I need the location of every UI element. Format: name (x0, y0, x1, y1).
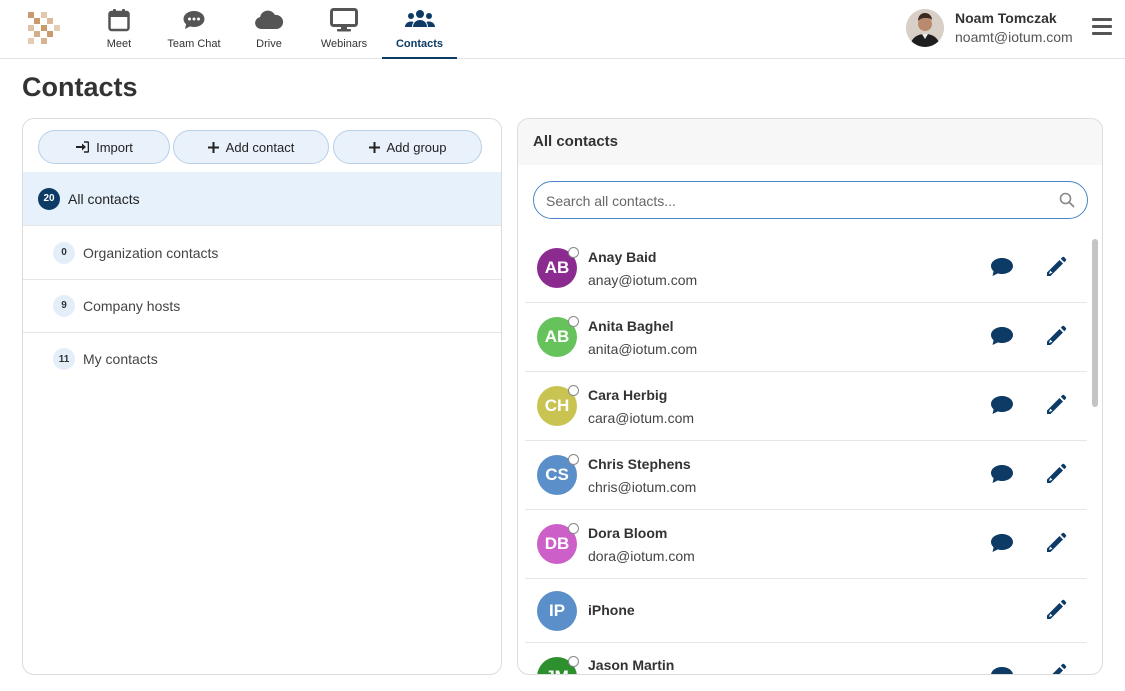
group-count-badge: 9 (53, 294, 75, 317)
panel-header: All contacts (518, 119, 1102, 165)
presence-indicator (568, 385, 579, 396)
contact-name: Dora Bloom (588, 525, 668, 541)
contact-name: Cara Herbig (588, 387, 668, 403)
group-organization-contacts[interactable]: 0 Organization contacts (23, 226, 501, 280)
app-logo[interactable] (28, 12, 60, 44)
nav-webinars[interactable]: Webinars (316, 0, 372, 59)
search-input[interactable] (546, 191, 1046, 211)
add-contact-button[interactable]: Add contact (173, 130, 329, 164)
import-button[interactable]: Import (38, 130, 170, 164)
nav-contacts[interactable]: Contacts (382, 0, 457, 59)
sign-in-icon (76, 141, 90, 153)
list-scrollbar[interactable] (1092, 239, 1098, 407)
contact-row[interactable]: CH Cara Herbig cara@iotum.com (525, 372, 1087, 441)
cloud-icon (254, 7, 284, 33)
group-count-badge: 0 (53, 241, 75, 264)
panel-title: All contacts (533, 133, 619, 150)
pencil-icon[interactable] (1045, 325, 1067, 347)
presence-indicator (568, 454, 579, 465)
contact-avatar: IP (537, 591, 577, 631)
contact-email: chris@iotum.com (588, 479, 697, 495)
top-navigation-bar: Meet Team Chat Drive Webinars Contacts N… (0, 0, 1125, 59)
chat-icon[interactable] (990, 463, 1014, 485)
group-label: All contacts (68, 190, 140, 207)
hamburger-menu-icon[interactable] (1092, 18, 1112, 36)
pencil-icon[interactable] (1045, 463, 1067, 485)
add-group-label: Add group (386, 139, 447, 155)
calendar-icon (108, 7, 130, 33)
chat-icon[interactable] (990, 665, 1014, 675)
nav-label: Meet (106, 38, 132, 50)
contacts-list-panel: All contacts AB Anay Baid anay@iotum.com… (517, 118, 1103, 675)
plus-icon (207, 141, 219, 153)
contact-groups-panel: Import Add contact Add group 20 All cont… (22, 118, 502, 675)
chat-bubble-icon (182, 7, 206, 33)
nav-label: Webinars (320, 38, 368, 50)
nav-drive[interactable]: Drive (250, 0, 288, 59)
contacts-list: AB Anay Baid anay@iotum.com AB Anita Bag… (525, 234, 1087, 675)
presence-indicator (568, 316, 579, 327)
group-company-hosts[interactable]: 9 Company hosts (23, 279, 501, 333)
group-label: Organization contacts (83, 244, 219, 261)
contact-email: dora@iotum.com (588, 548, 695, 564)
nav-label: Drive (256, 38, 282, 50)
group-all-contacts[interactable]: 20 All contacts (23, 172, 501, 226)
group-label: My contacts (83, 351, 158, 367)
monitor-icon (330, 7, 358, 33)
chat-icon[interactable] (990, 256, 1014, 278)
users-icon (404, 7, 435, 33)
presence-indicator (568, 656, 579, 667)
contact-name: Jason Martin (588, 657, 675, 673)
user-name: Noam Tomczak (955, 10, 1057, 26)
pencil-icon[interactable] (1045, 663, 1067, 675)
contact-row[interactable]: IP iPhone (525, 579, 1087, 643)
presence-indicator (568, 247, 579, 258)
pencil-icon[interactable] (1045, 599, 1067, 621)
contact-row[interactable]: DB Dora Bloom dora@iotum.com (525, 510, 1087, 579)
group-count-badge: 11 (53, 348, 75, 370)
contact-name: iPhone (588, 602, 635, 618)
presence-indicator (568, 523, 579, 534)
plus-icon (368, 141, 380, 153)
add-group-button[interactable]: Add group (333, 130, 482, 164)
contact-name: Anita Baghel (588, 318, 674, 334)
contact-row[interactable]: JM Jason Martin (525, 643, 1087, 675)
nav-label: Contacts (395, 38, 444, 50)
search-box (533, 181, 1088, 219)
contact-name: Anay Baid (588, 249, 657, 265)
pencil-icon[interactable] (1045, 256, 1067, 278)
contact-email: anay@iotum.com (588, 272, 698, 288)
contact-email: cara@iotum.com (588, 410, 695, 426)
contact-name: Chris Stephens (588, 456, 691, 472)
user-avatar[interactable] (906, 9, 944, 47)
nav-team-chat[interactable]: Team Chat (164, 0, 224, 59)
import-label: Import (96, 139, 133, 155)
chat-icon[interactable] (990, 325, 1014, 347)
contact-email: anita@iotum.com (588, 341, 698, 357)
add-contact-label: Add contact (225, 139, 295, 155)
group-count-badge: 20 (38, 187, 60, 210)
pencil-icon[interactable] (1045, 532, 1067, 554)
search-icon[interactable] (1059, 192, 1075, 208)
pencil-icon[interactable] (1045, 394, 1067, 416)
group-label: Company hosts (83, 297, 181, 314)
nav-label: Team Chat (167, 38, 221, 50)
chat-icon[interactable] (990, 532, 1014, 554)
contact-row[interactable]: AB Anita Baghel anita@iotum.com (525, 303, 1087, 372)
nav-meet[interactable]: Meet (98, 0, 140, 59)
group-my-contacts[interactable]: 11 My contacts (23, 332, 501, 386)
user-email: noamt@iotum.com (955, 29, 1073, 45)
contact-row[interactable]: CS Chris Stephens chris@iotum.com (525, 441, 1087, 510)
page-title: Contacts (22, 72, 138, 102)
contact-row[interactable]: AB Anay Baid anay@iotum.com (525, 234, 1087, 303)
chat-icon[interactable] (990, 394, 1014, 416)
